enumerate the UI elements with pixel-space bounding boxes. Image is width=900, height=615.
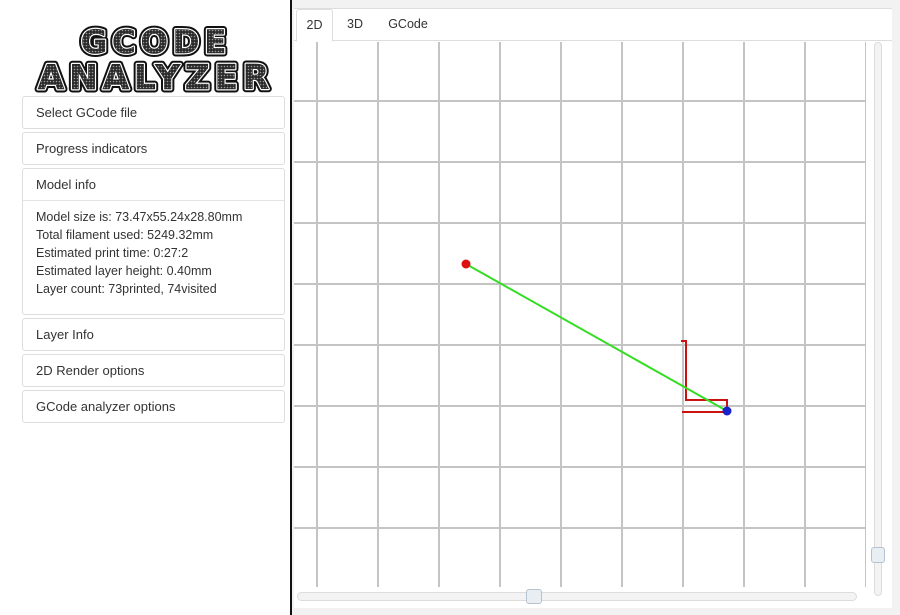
logo-line1: GCODE [81,23,231,61]
gcode-analyzer-logo: GCODE ANALYZER GCODE ANALYZER GCODE ANAL… [34,20,274,96]
main-view: 2D 3D GCode [294,8,892,608]
logo-line2: ANALYZER [38,58,274,96]
model-info-header[interactable]: Model info [23,169,284,201]
panel-2d-render-options: 2D Render options [22,354,285,387]
render-grid [294,42,866,587]
model-info-body: Model size is: 73.47x55.24x28.80mm Total… [23,201,284,314]
start-point-marker [461,259,471,269]
sidebar: GCODE ANALYZER GCODE ANALYZER GCODE ANAL… [0,0,292,615]
panel-model-info: Model info Model size is: 73.47x55.24x28… [22,168,285,315]
extrusion-path [681,340,728,413]
sidebar-accordion: Select GCode file Progress indicators Mo… [22,96,285,426]
panel-select-gcode-file: Select GCode file [22,96,285,129]
progress-slider-handle[interactable] [526,589,542,604]
select-gcode-file-header[interactable]: Select GCode file [23,97,284,128]
end-point-marker [722,406,732,416]
view-tabs: 2D 3D GCode [294,9,892,42]
panel-layer-info: Layer Info [22,318,285,351]
layer-slider-vertical[interactable] [871,42,885,596]
print-time-text: Estimated print time: 0:27:2 [36,246,189,260]
tab-2d[interactable]: 2D [296,9,333,42]
panel-gcode-analyzer-options: GCode analyzer options [22,390,285,423]
travel-move [465,263,728,412]
model-size-text: Model size is: 73.47x55.24x28.80mm [36,210,243,224]
progress-indicators-header[interactable]: Progress indicators [23,133,284,164]
tab-3d[interactable]: 3D [338,9,372,41]
layer-count-text: Layer count: 73printed, 74visited [36,282,217,296]
gcode-analyzer-options-header[interactable]: GCode analyzer options [23,391,284,422]
2d-render-options-header[interactable]: 2D Render options [23,355,284,386]
tab-gcode[interactable]: GCode [380,9,436,41]
layer-slider-handle[interactable] [871,547,885,563]
progress-slider-horizontal[interactable] [297,589,857,604]
layer-2d-render[interactable] [294,42,866,587]
layer-info-header[interactable]: Layer Info [23,319,284,350]
panel-progress-indicators: Progress indicators [22,132,285,165]
gcode-analyzer-app: GCODE ANALYZER GCODE ANALYZER GCODE ANAL… [0,0,900,615]
render-canvas[interactable] [294,42,866,587]
layer-height-text: Estimated layer height: 0.40mm [36,264,212,278]
filament-used-text: Total filament used: 5249.32mm [36,228,214,242]
